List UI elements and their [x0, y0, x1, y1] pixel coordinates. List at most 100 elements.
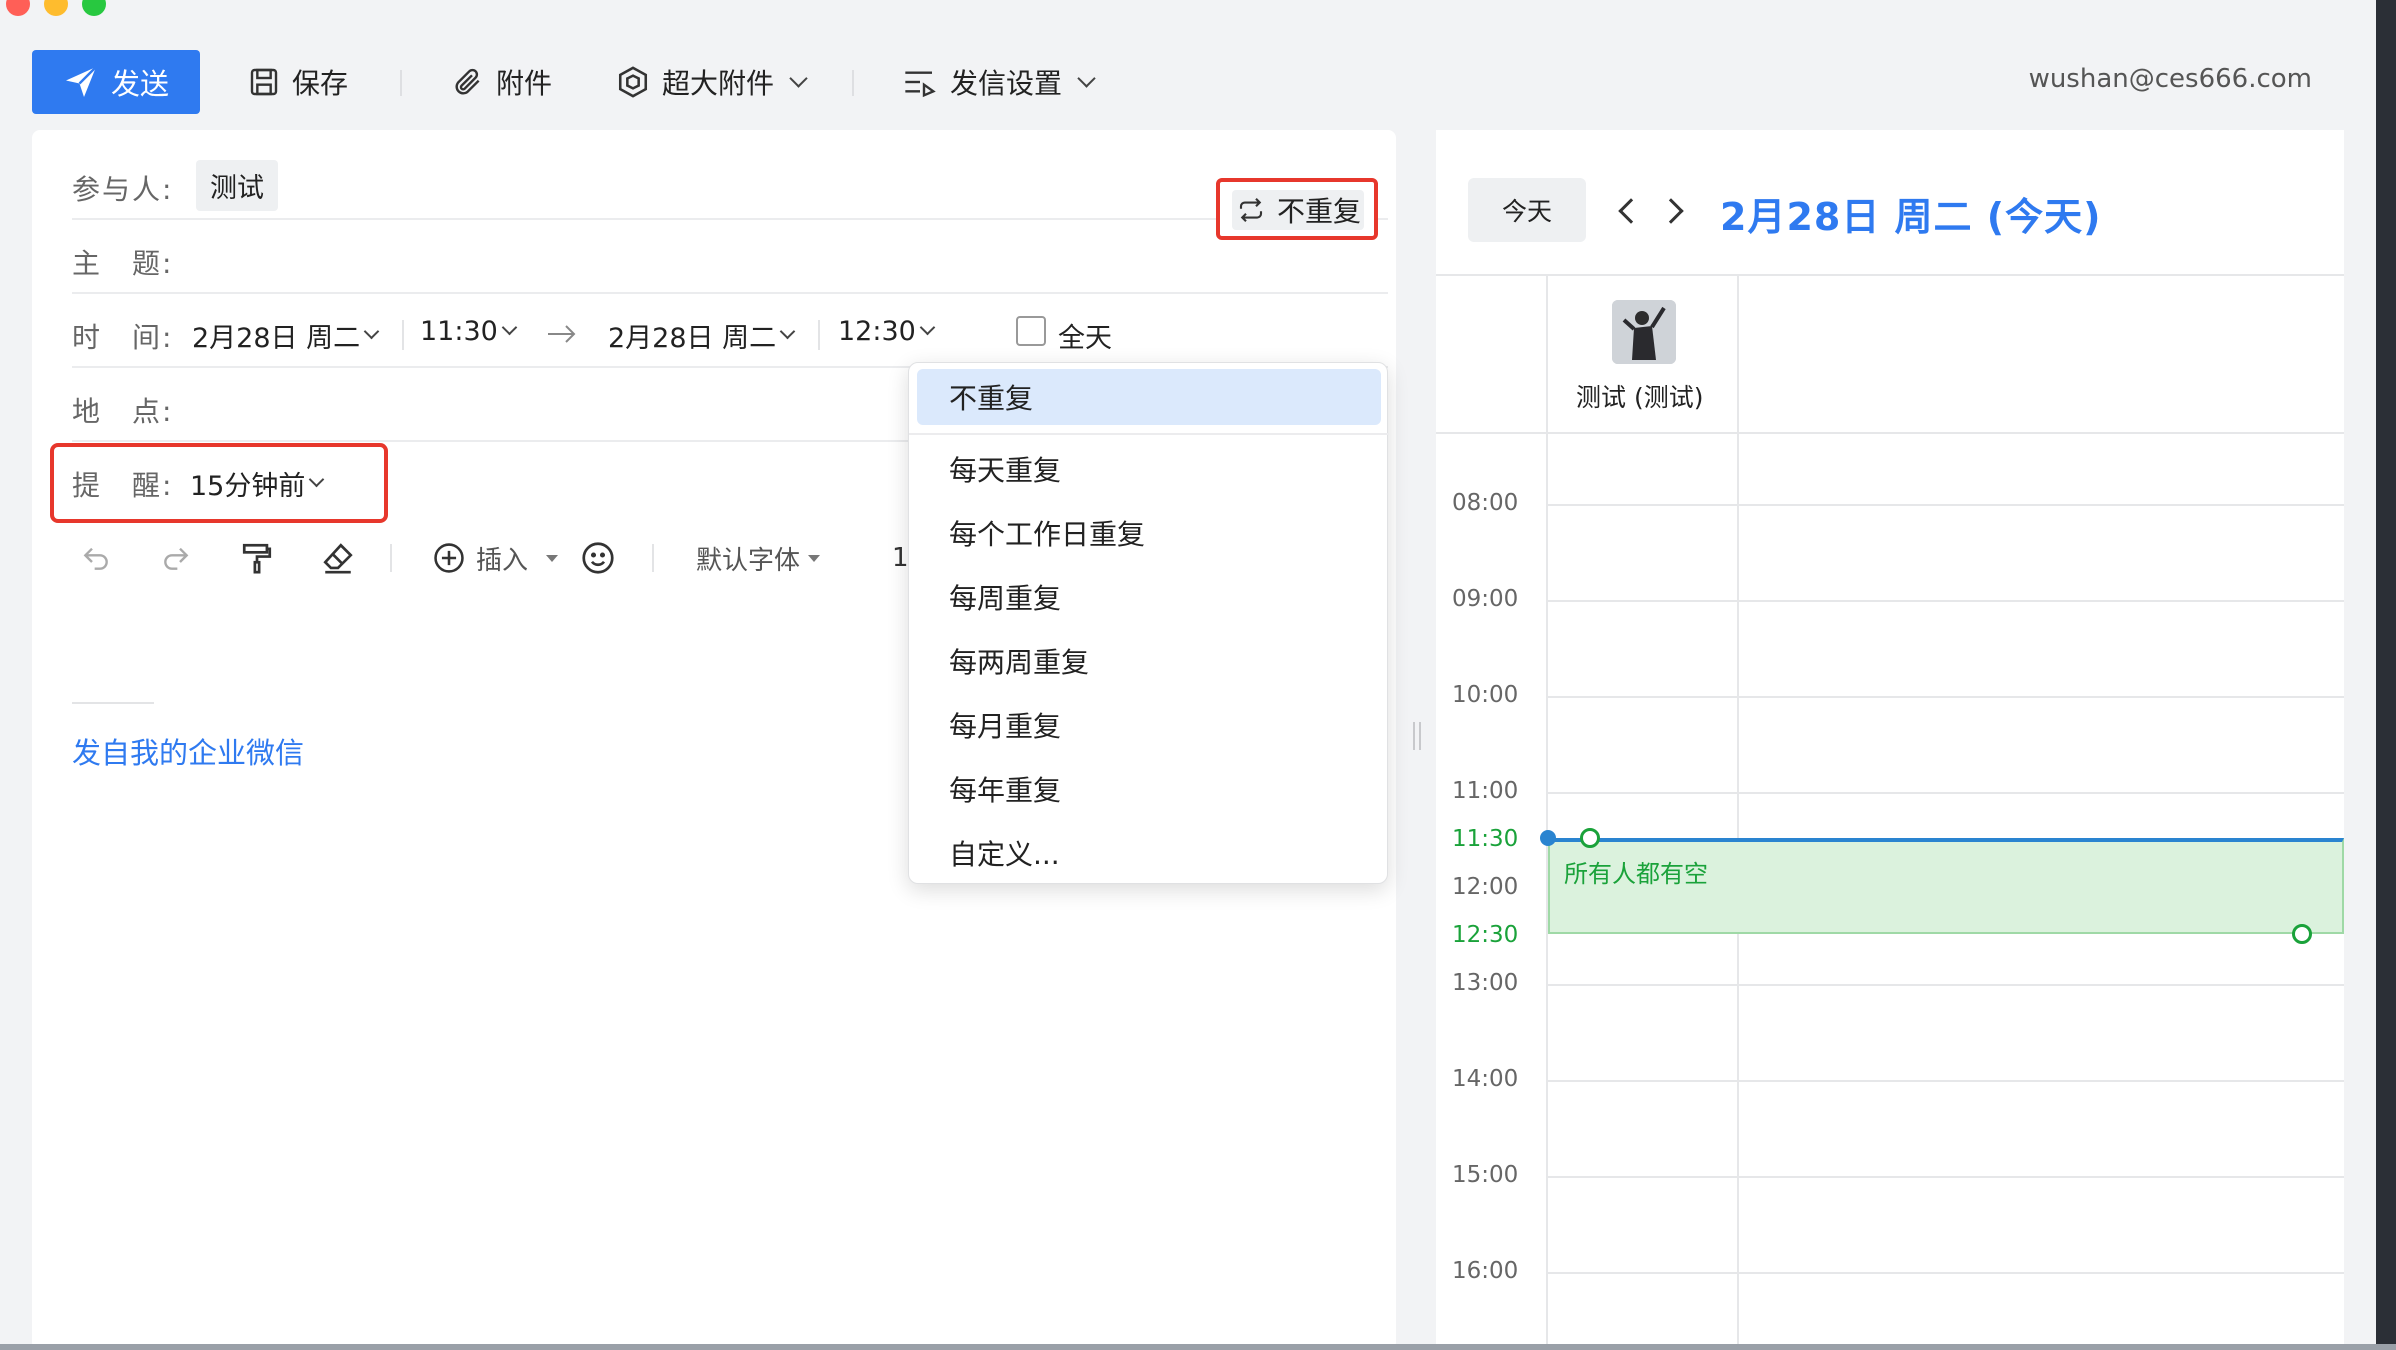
time-label: 15:00: [1452, 1162, 1519, 1188]
chevron-down-icon: [789, 68, 808, 88]
floppy-disk-icon: [250, 68, 278, 96]
undo-icon: [83, 547, 108, 570]
menu-item-biweekly[interactable]: 每两周重复: [949, 641, 1089, 681]
calendar-panel: 今天 2月28日 周二 (今天) 测试 (测试) 08:00 09:00 10:…: [1436, 130, 2344, 1350]
paperclip-icon: [455, 68, 480, 95]
end-date-select[interactable]: 2月28日 周二: [608, 316, 796, 355]
menu-item-weekly[interactable]: 每周重复: [949, 577, 1061, 617]
next-day-button[interactable]: [1658, 198, 1684, 224]
current-time-dot: [1540, 830, 1556, 846]
window-edge: [0, 1344, 2396, 1350]
send-settings-button[interactable]: 发信设置: [902, 58, 1096, 106]
signature-divider: [72, 702, 154, 704]
event-start-handle[interactable]: [1580, 828, 1600, 848]
format-painter-button[interactable]: [240, 538, 274, 578]
font-family-label: 默认字体: [696, 545, 801, 576]
time-label-start: 11:30: [1452, 826, 1519, 852]
time-label: 时 间:: [72, 321, 174, 354]
paint-roller-icon: [242, 543, 272, 574]
save-label: 保存: [292, 67, 349, 100]
time-label: 08:00: [1452, 490, 1519, 516]
menu-item-weekdays[interactable]: 每个工作日重复: [949, 513, 1145, 553]
chevron-down-icon: [501, 319, 518, 336]
menu-item-daily[interactable]: 每天重复: [949, 449, 1061, 489]
toolbar-divider: [400, 70, 402, 96]
font-size-select[interactable]: 1: [892, 538, 909, 578]
send-settings-label: 发信设置: [950, 67, 1063, 100]
reminder-highlight: [50, 443, 388, 523]
emoji-button[interactable]: [580, 538, 616, 578]
clear-format-button[interactable]: [320, 538, 356, 578]
large-attachment-button[interactable]: 超大附件: [616, 58, 808, 106]
subject-label: 主 题:: [72, 247, 174, 280]
caret-down-icon: [546, 554, 559, 562]
time-label-end: 12:30: [1452, 922, 1519, 948]
attachment-button[interactable]: 附件: [452, 58, 552, 106]
event-end-handle[interactable]: [2292, 924, 2312, 944]
paper-plane-icon: [65, 66, 97, 97]
repeat-value: 不重复: [1276, 195, 1361, 228]
plus-circle-icon: [434, 543, 464, 573]
time-label: 16:00: [1452, 1258, 1519, 1284]
location-label: 地 点:: [72, 395, 174, 428]
today-button[interactable]: 今天: [1468, 178, 1586, 242]
send-label: 发送: [110, 67, 169, 101]
repeat-select-highlight: 不重复: [1216, 178, 1378, 240]
time-label: 14:00: [1452, 1066, 1519, 1092]
end-time-select[interactable]: 12:30: [838, 316, 936, 347]
repeat-select[interactable]: 不重复: [1232, 190, 1364, 230]
chevron-down-icon: [919, 319, 936, 336]
signature-link[interactable]: 发自我的企业微信: [72, 730, 304, 772]
event-free-label: 所有人都有空: [1564, 860, 1708, 888]
time-label: 13:00: [1452, 970, 1519, 996]
account-email: wushan@ces666.com: [2028, 64, 2312, 94]
participant-chip[interactable]: 测试: [196, 160, 278, 211]
menu-item-yearly[interactable]: 每年重复: [949, 769, 1061, 809]
send-button[interactable]: 发送: [32, 50, 200, 114]
end-time-value: 12:30: [838, 316, 916, 347]
start-date-select[interactable]: 2月28日 周二: [192, 316, 380, 355]
cube-icon: [618, 66, 648, 98]
previous-day-button[interactable]: [1618, 198, 1644, 224]
menu-item-custom[interactable]: 自定义...: [949, 833, 1060, 873]
start-date-value: 2月28日 周二: [192, 323, 361, 354]
menu-item-no-repeat-label: 不重复: [949, 382, 1034, 415]
participants-label: 参与人:: [72, 173, 174, 206]
panel-splitter-handle[interactable]: [1413, 722, 1421, 750]
time-label: 09:00: [1452, 586, 1519, 612]
menu-item-monthly[interactable]: 每月重复: [949, 705, 1061, 745]
minimize-window-button[interactable]: [44, 0, 68, 16]
large-attachment-label: 超大附件: [662, 67, 775, 100]
font-size-value: 1: [892, 543, 909, 573]
zoom-window-button[interactable]: [82, 0, 106, 16]
subject-row[interactable]: 主 题:: [72, 220, 1388, 294]
time-label: 11:00: [1452, 778, 1519, 804]
window-edge: [2376, 0, 2396, 1350]
attachment-label: 附件: [496, 67, 553, 100]
time-label: 12:00: [1452, 874, 1519, 900]
start-time-value: 11:30: [420, 316, 498, 347]
insert-label: 插入: [476, 545, 529, 576]
chevron-down-icon: [779, 323, 796, 340]
end-date-value: 2月28日 周二: [608, 323, 777, 354]
redo-icon: [164, 547, 189, 570]
redo-button[interactable]: [158, 538, 194, 578]
start-time-select[interactable]: 11:30: [420, 316, 518, 347]
close-window-button[interactable]: [6, 0, 30, 16]
participants-row: 参与人: 测试: [72, 146, 1388, 220]
eraser-icon: [323, 543, 353, 574]
all-day-checkbox[interactable]: [1016, 316, 1046, 346]
settings-list-icon: [905, 71, 936, 98]
avatar: [1612, 300, 1676, 364]
arrow-right-icon: [548, 325, 576, 343]
insert-menu-button[interactable]: 插入: [432, 538, 559, 578]
participant-column-header: 测试 (测试): [1576, 383, 1704, 412]
font-family-select[interactable]: 默认字体: [696, 538, 821, 578]
undo-button[interactable]: [78, 538, 114, 578]
calendar-title: 2月28日 周二 (今天): [1720, 195, 2102, 239]
save-button[interactable]: 保存: [248, 58, 348, 106]
chevron-down-icon: [1077, 68, 1096, 88]
person-photo-icon: [1612, 300, 1676, 364]
caret-down-icon: [808, 554, 821, 562]
repeat-dropdown-menu: 不重复 每天重复 每个工作日重复 每周重复 每两周重复 每月重复 每年重复 自定…: [908, 362, 1389, 884]
